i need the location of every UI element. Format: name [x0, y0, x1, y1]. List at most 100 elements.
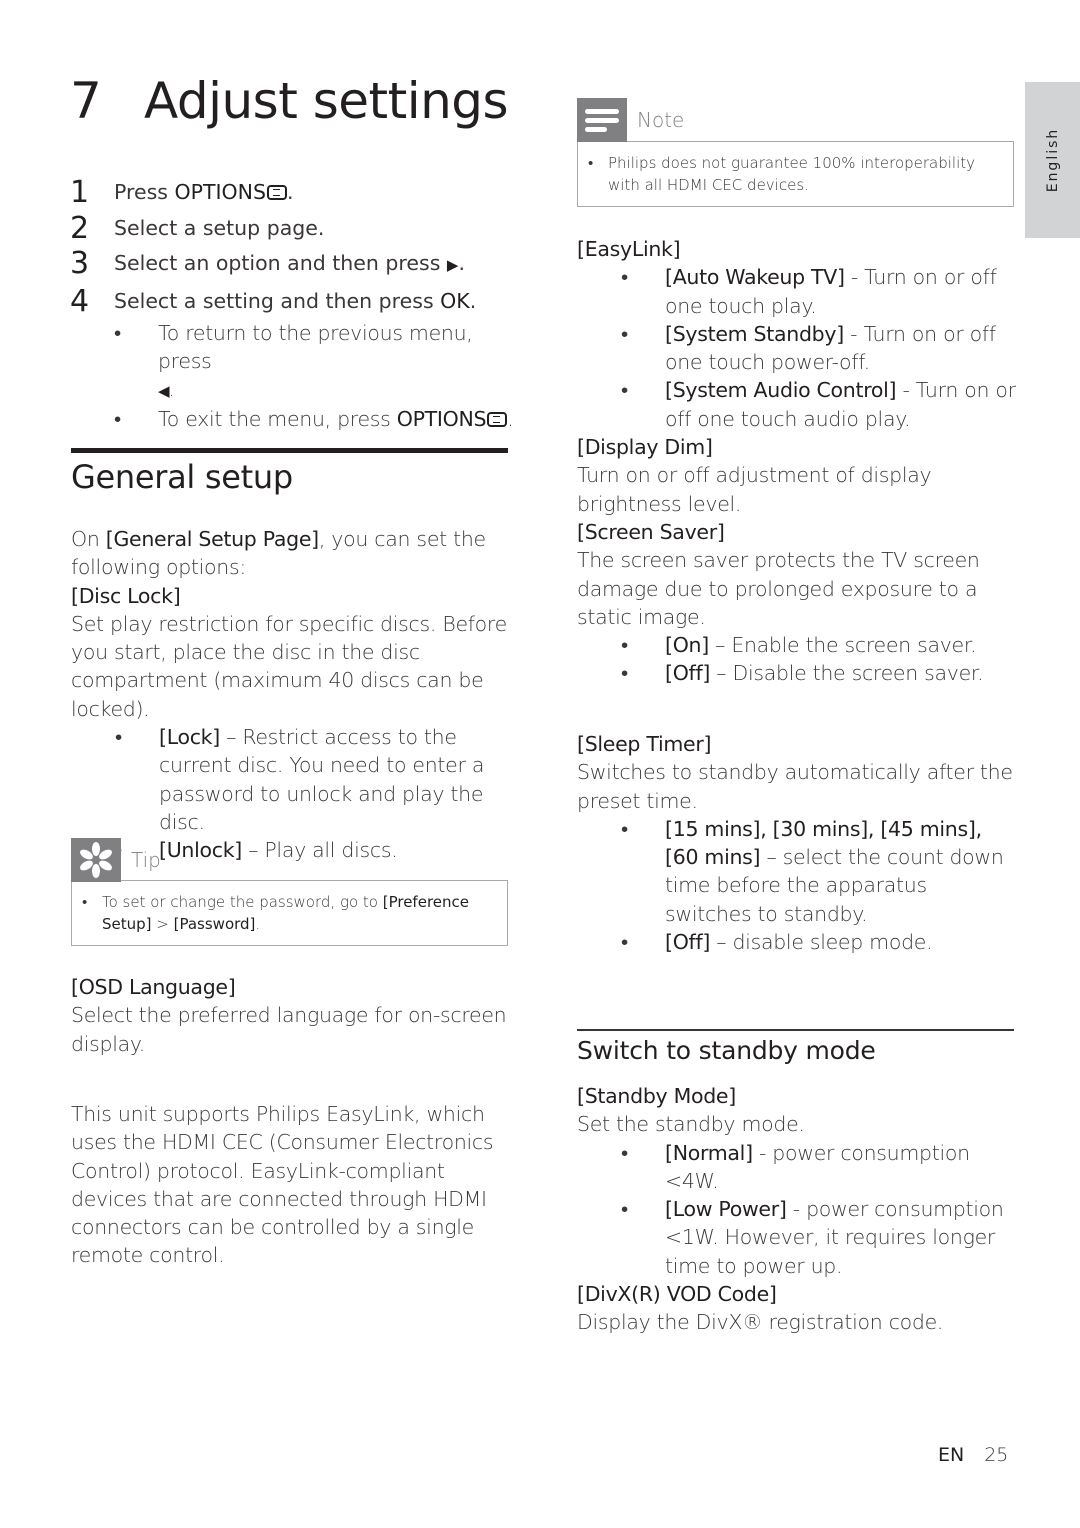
- step-4: 4 Select a setting and then press OK.: [70, 284, 520, 320]
- bullet-text: To return to the previous menu, press: [158, 321, 473, 373]
- tip-text: To set or change the password, go to: [102, 893, 383, 911]
- bullet-dot: •: [621, 378, 628, 403]
- page-number: 25: [984, 1444, 1009, 1466]
- bullet-dot: •: [621, 661, 628, 686]
- bullet-dot: •: [82, 893, 88, 911]
- chapter-title-text: Adjust settings: [144, 72, 509, 130]
- option-desc: – Disable the screen saver.: [710, 661, 984, 686]
- options-key-label: OPTIONS: [174, 180, 267, 204]
- bullet-text: To exit the menu, press: [158, 407, 397, 431]
- note-header: Note: [577, 98, 1014, 142]
- tip-label: Tip: [131, 848, 161, 872]
- divx-vod-title: [DivX(R) VOD Code]: [577, 1282, 777, 1307]
- osd-language-title: [OSD Language]: [71, 975, 236, 999]
- page-footer: EN 25: [938, 1444, 1008, 1466]
- screen-saver-option-on: • [On] – Enable the screen saver.: [577, 631, 1017, 659]
- bullet-text-end: .: [507, 407, 514, 431]
- bullet-dot: •: [621, 1140, 628, 1165]
- step-text-end: .: [469, 288, 477, 313]
- tip-box: Tip • To set or change the password, go …: [71, 838, 508, 946]
- osd-language-desc: Select the preferred language for on-scr…: [71, 1003, 507, 1056]
- standby-mode-desc: Set the standby mode.: [577, 1112, 805, 1137]
- general-setup-page-label: [General Setup Page]: [105, 527, 319, 551]
- option-name: [System Standby]: [665, 321, 844, 346]
- general-setup-intro: On [General Setup Page], you can set the…: [71, 525, 511, 582]
- bullet-dot: •: [621, 633, 628, 658]
- screen-saver-option-off: • [Off] – Disable the screen saver.: [577, 659, 1017, 687]
- step-number: 1: [70, 175, 90, 210]
- step-text: Select a setting and then press: [114, 288, 441, 313]
- step-text: Press: [114, 180, 175, 204]
- step-bullet-exit: • To exit the menu, press OPTIONS.: [70, 405, 520, 433]
- step-text-end: .: [458, 251, 465, 275]
- step-3: 3 Select an option and then press ▶.: [70, 246, 520, 284]
- display-dim-title: [Display Dim]: [577, 435, 713, 460]
- screen-saver-desc: The screen saver protects the TV screen …: [577, 548, 980, 629]
- bullet-dot: •: [621, 1197, 628, 1222]
- option-name: [Off]: [665, 930, 711, 955]
- intro-text: On: [71, 527, 106, 551]
- options-icon: [487, 412, 508, 427]
- step-number: 3: [70, 246, 90, 281]
- note-lines-icon: [577, 98, 627, 142]
- option-desc: – Enable the screen saver.: [708, 633, 977, 658]
- sleep-timer-option-off: • [Off] – disable sleep mode.: [577, 928, 1017, 956]
- bullet-dot: •: [621, 816, 628, 841]
- standby-option-normal: • [Normal] - power consumption <4W.: [577, 1139, 1017, 1196]
- option-name: [Normal]: [665, 1140, 753, 1165]
- step-1: 1 Press OPTIONS.: [70, 175, 520, 211]
- sleep-timer-section: [Sleep Timer] Switches to standby automa…: [577, 730, 1017, 956]
- option-name: [Off]: [665, 661, 711, 686]
- note-body: • Philips does not guarantee 100% intero…: [577, 141, 1014, 207]
- easylink-option: • [System Audio Control] - Turn on or of…: [577, 376, 1017, 433]
- option-name: [Lock]: [159, 725, 220, 750]
- option-name: [Auto Wakeup TV]: [665, 265, 845, 290]
- easylink-option: • [System Standby] - Turn on or off one …: [577, 320, 1017, 377]
- sleep-timer-title: [Sleep Timer]: [577, 732, 712, 756]
- option-desc: – disable sleep mode.: [710, 930, 933, 955]
- tip-asterisk-icon: [71, 838, 121, 882]
- ok-key-label: OK: [440, 288, 470, 313]
- note-label: Note: [637, 108, 685, 132]
- section-divider: [71, 448, 508, 453]
- screen-saver-title: [Screen Saver]: [577, 519, 725, 544]
- footer-language: EN: [938, 1444, 965, 1466]
- bullet-dot: •: [114, 407, 121, 431]
- step-bullet-return: • To return to the previous menu, press ◀…: [70, 319, 520, 405]
- disc-lock-option-lock: • [Lock] – Restrict access to the curren…: [71, 723, 511, 836]
- left-arrow-icon: ◀.: [158, 382, 174, 400]
- standby-heading: Switch to standby mode: [577, 1036, 876, 1065]
- language-side-tab: English: [1025, 82, 1080, 238]
- bullet-dot: •: [621, 930, 628, 955]
- disc-lock-title: [Disc Lock]: [71, 583, 181, 608]
- bullet-dot: •: [114, 321, 121, 345]
- bullet-dot: •: [621, 265, 628, 290]
- section-divider: [577, 1029, 1014, 1031]
- standby-mode-title: [Standby Mode]: [577, 1084, 736, 1108]
- note-text: Philips does not guarantee 100% interope…: [608, 154, 976, 194]
- option-name: [On]: [665, 633, 709, 658]
- easylink-option: • [Auto Wakeup TV] - Turn on or off one …: [577, 263, 1017, 320]
- note-box: Note • Philips does not guarantee 100% i…: [577, 98, 1014, 207]
- step-text: Select an option and then press: [114, 251, 447, 275]
- right-arrow-icon: ▶: [446, 256, 459, 274]
- bullet-dot: •: [621, 321, 628, 346]
- general-setup-body: On [General Setup Page], you can set the…: [71, 525, 511, 865]
- general-setup-heading: General setup: [71, 458, 293, 496]
- standby-section: [Standby Mode] Set the standby mode. • […: [577, 1082, 1017, 1337]
- options-icon: [267, 185, 288, 200]
- bullet-dot: •: [115, 725, 122, 750]
- password-label: [Password]: [173, 915, 256, 933]
- sleep-timer-option-durations: • [15 mins], [30 mins], [45 mins], [60 m…: [577, 815, 1017, 928]
- step-text-end: .: [287, 180, 294, 204]
- osd-language-section: [OSD Language] Select the preferred lang…: [71, 973, 511, 1058]
- tip-separator: >: [151, 915, 174, 933]
- steps-list: 1 Press OPTIONS. 2 Select a setup page. …: [70, 175, 520, 433]
- tip-body: • To set or change the password, go to […: [71, 880, 508, 946]
- language-tab-label: English: [1044, 127, 1061, 193]
- step-number: 2: [70, 210, 90, 246]
- disc-lock-desc: Set play restriction for specific discs.…: [71, 611, 507, 721]
- display-dim-desc: Turn on or off adjustment of display bri…: [577, 463, 932, 516]
- step-2: 2 Select a setup page.: [70, 211, 520, 247]
- step-text: Select a setup page.: [114, 215, 325, 240]
